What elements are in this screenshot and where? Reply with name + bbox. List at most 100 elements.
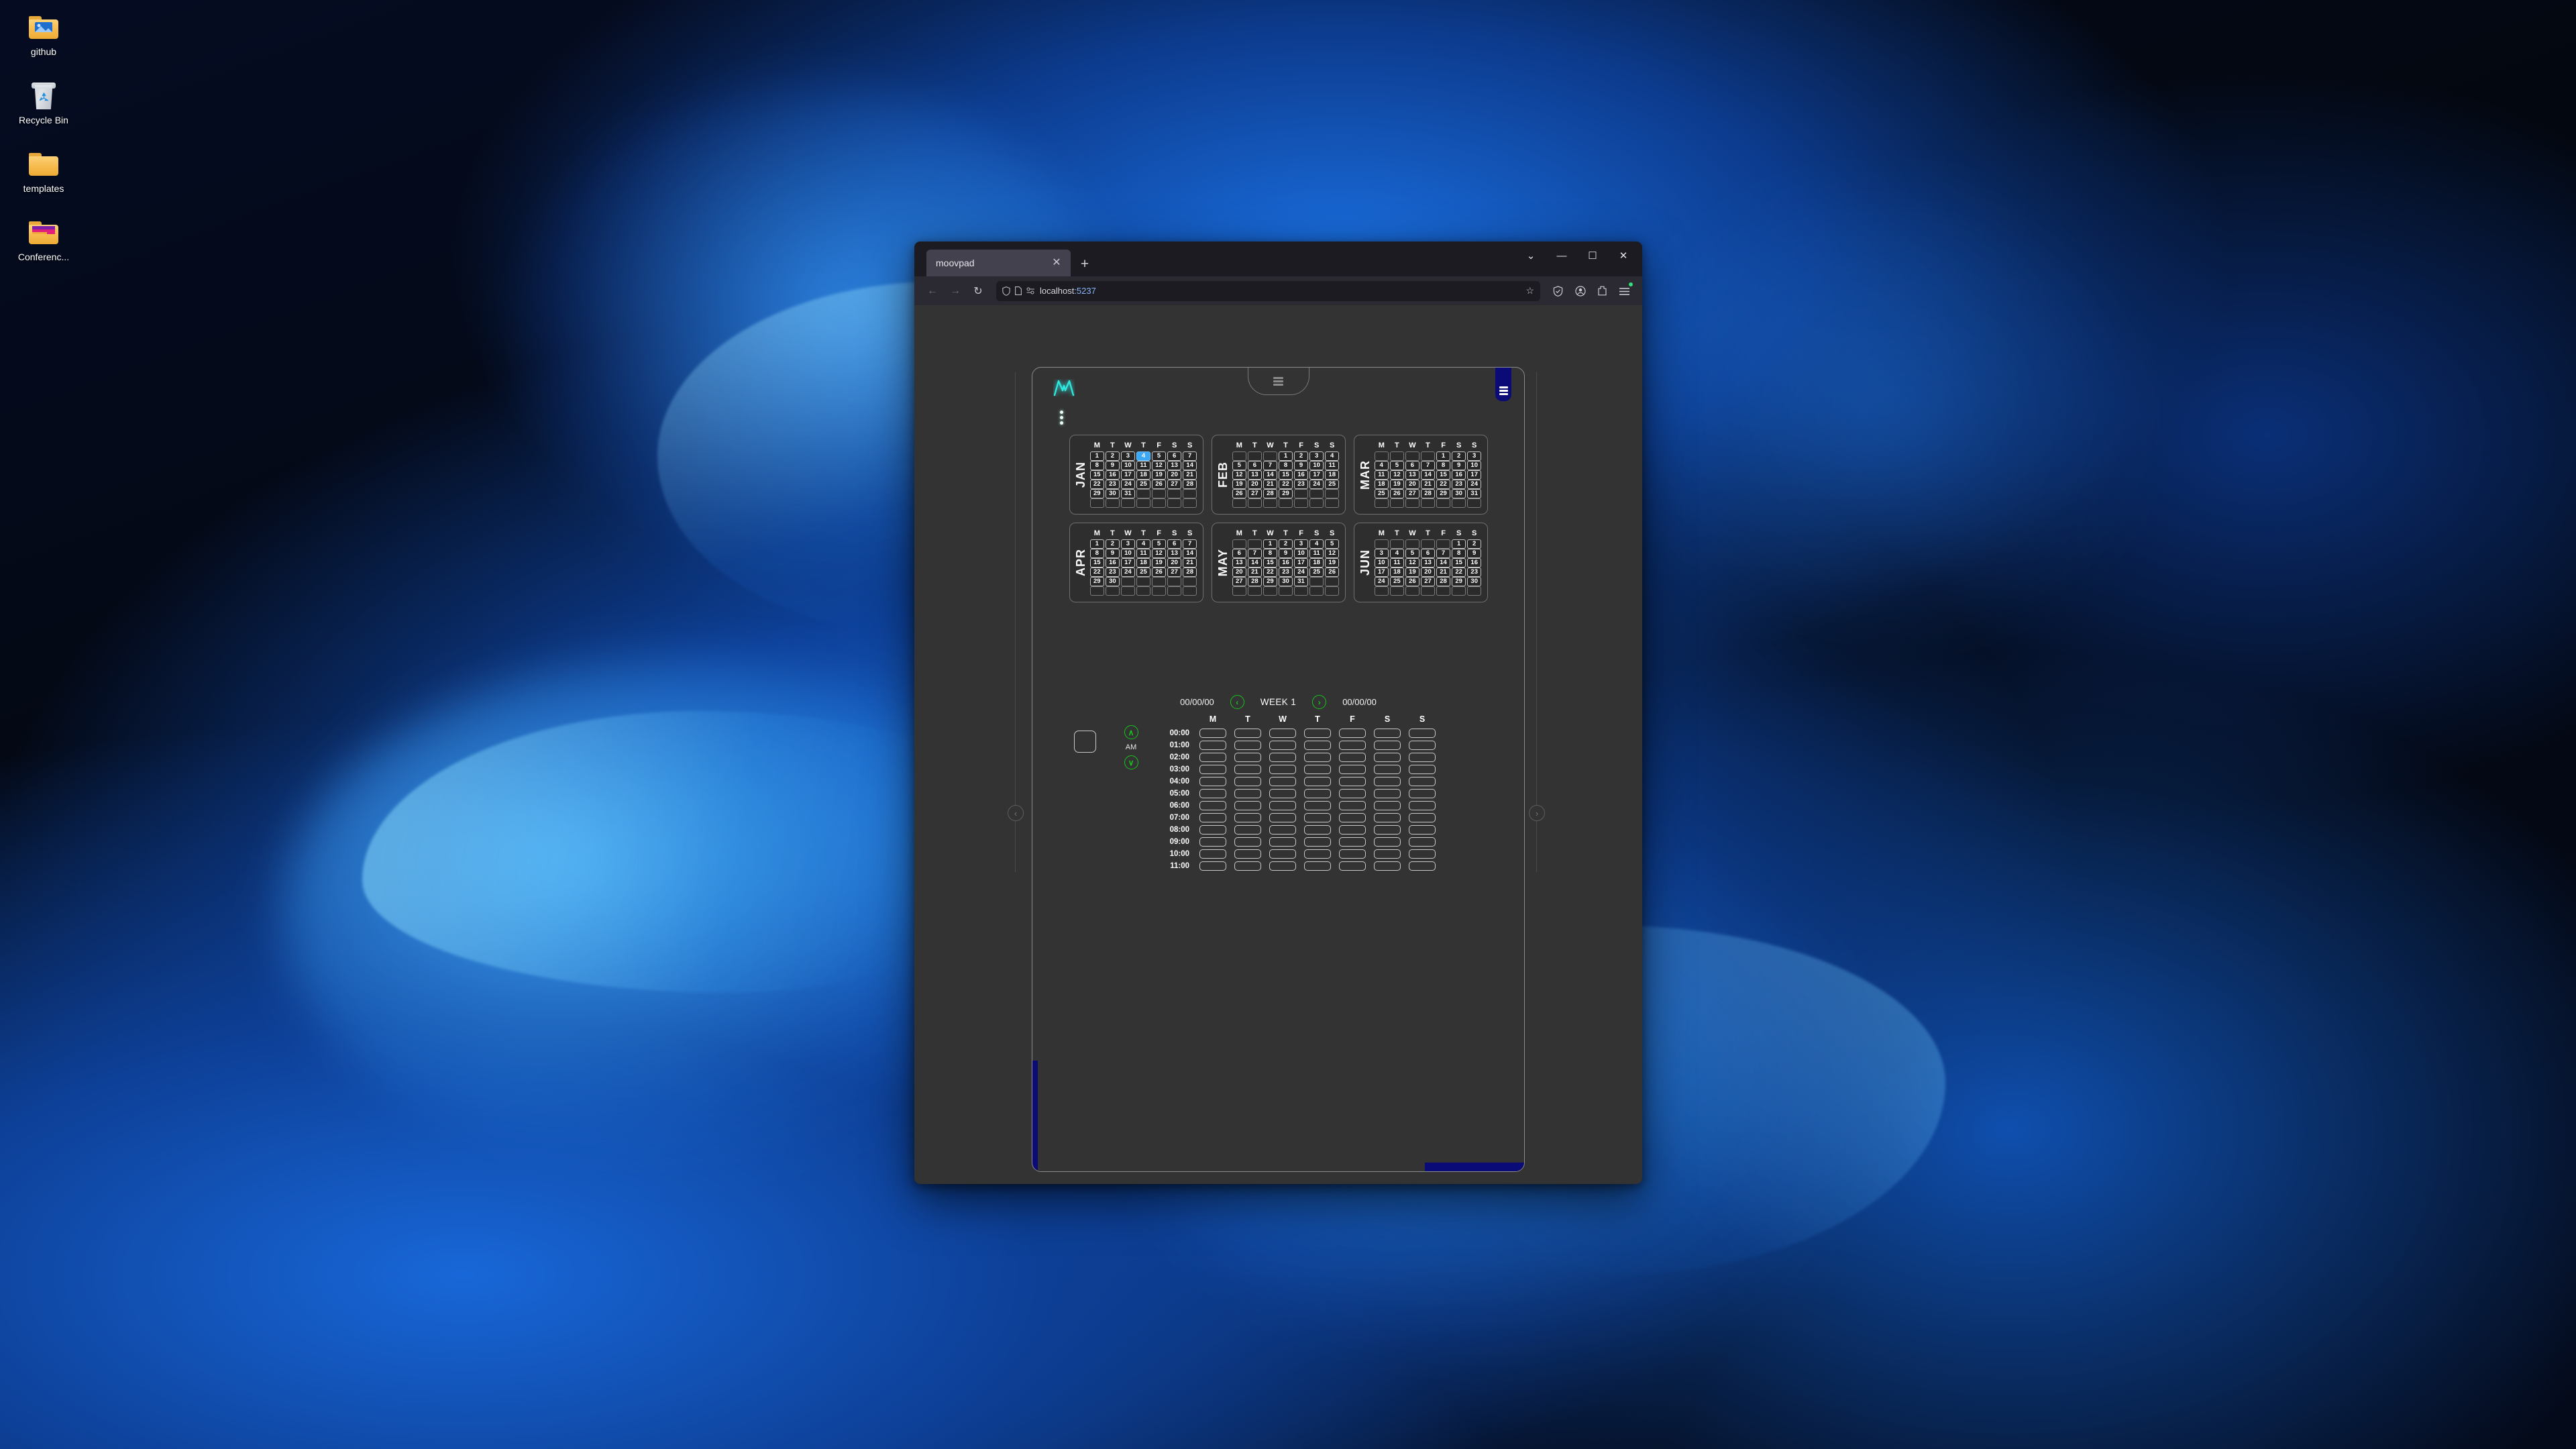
day-cell[interactable]: 13 [1167,549,1182,558]
day-cell[interactable]: 7 [1263,461,1278,470]
time-slot[interactable] [1304,765,1331,774]
day-cell[interactable]: 11 [1309,549,1324,558]
time-slot[interactable] [1199,789,1226,798]
close-window-button[interactable]: ✕ [1609,241,1638,270]
day-cell[interactable]: 7 [1436,549,1451,558]
day-cell[interactable]: 13 [1405,470,1420,480]
day-cell[interactable]: 19 [1389,480,1405,489]
day-cell[interactable]: 31 [1120,489,1136,498]
day-cell[interactable]: 30 [1105,577,1120,586]
time-slot[interactable] [1199,729,1226,738]
time-slot[interactable] [1374,777,1401,786]
day-cell[interactable]: 30 [1466,577,1482,586]
time-slot[interactable] [1339,789,1366,798]
time-slot[interactable] [1199,861,1226,871]
day-cell[interactable]: 27 [1247,489,1263,498]
day-cell[interactable]: 29 [1089,577,1105,586]
sidebar-toggle-button[interactable] [1495,368,1511,401]
day-cell[interactable]: 23 [1278,568,1293,577]
day-cell[interactable]: 10 [1120,549,1136,558]
time-slot[interactable] [1304,813,1331,822]
day-cell[interactable]: 26 [1324,568,1340,577]
day-cell[interactable]: 22 [1263,568,1278,577]
time-slot[interactable] [1199,801,1226,810]
day-cell[interactable]: 26 [1151,480,1167,489]
time-slot[interactable] [1269,861,1296,871]
day-cell[interactable]: 25 [1389,577,1405,586]
time-slot[interactable] [1199,753,1226,762]
time-slot[interactable] [1304,789,1331,798]
day-cell[interactable]: 17 [1466,470,1482,480]
time-slot[interactable] [1199,825,1226,835]
account-icon[interactable] [1570,281,1590,301]
day-cell[interactable]: 15 [1089,470,1105,480]
time-slot[interactable] [1409,813,1436,822]
day-cell[interactable]: 8 [1089,461,1105,470]
time-slot[interactable] [1269,741,1296,750]
day-cell[interactable]: 26 [1232,489,1247,498]
day-cell[interactable]: 23 [1105,480,1120,489]
time-slot[interactable] [1339,729,1366,738]
day-cell[interactable]: 29 [1089,489,1105,498]
day-cell[interactable]: 7 [1182,451,1197,461]
day-cell[interactable]: 31 [1293,577,1309,586]
day-cell[interactable]: 25 [1136,480,1151,489]
day-cell[interactable]: 15 [1089,558,1105,568]
day-cell[interactable]: 30 [1278,577,1293,586]
day-cell[interactable]: 2 [1105,539,1120,549]
maximize-button[interactable]: ☐ [1578,241,1607,270]
day-cell[interactable]: 18 [1389,568,1405,577]
day-cell[interactable]: 4 [1309,539,1324,549]
time-slot[interactable] [1234,753,1261,762]
time-slot[interactable] [1234,813,1261,822]
day-cell[interactable]: 22 [1436,480,1451,489]
time-slot[interactable] [1304,825,1331,835]
day-cell[interactable]: 14 [1182,461,1197,470]
day-cell[interactable]: 29 [1263,577,1278,586]
browser-tab[interactable]: moovpad ✕ [926,250,1071,276]
day-cell[interactable]: 24 [1466,480,1482,489]
day-cell[interactable]: 16 [1451,470,1466,480]
day-cell[interactable]: 5 [1405,549,1420,558]
day-cell[interactable]: 26 [1151,568,1167,577]
day-cell[interactable]: 17 [1374,568,1389,577]
time-slot[interactable] [1234,765,1261,774]
day-cell[interactable]: 22 [1451,568,1466,577]
day-cell[interactable]: 16 [1293,470,1309,480]
time-slot[interactable] [1199,777,1226,786]
day-cell[interactable]: 24 [1293,568,1309,577]
time-slot[interactable] [1409,777,1436,786]
day-cell[interactable]: 22 [1278,480,1293,489]
day-cell[interactable]: 18 [1309,558,1324,568]
day-cell[interactable]: 18 [1324,470,1340,480]
time-slot[interactable] [1374,801,1401,810]
day-cell[interactable]: 2 [1466,539,1482,549]
day-cell[interactable]: 1 [1278,451,1293,461]
time-slot[interactable] [1234,861,1261,871]
time-slot[interactable] [1269,801,1296,810]
time-slot[interactable] [1409,849,1436,859]
day-cell[interactable]: 27 [1420,577,1436,586]
time-slot[interactable] [1374,729,1401,738]
forward-arrow-icon[interactable]: → [945,281,965,301]
day-cell[interactable]: 15 [1436,470,1451,480]
day-cell[interactable]: 15 [1263,558,1278,568]
time-slot[interactable] [1339,825,1366,835]
time-slot[interactable] [1304,753,1331,762]
day-cell[interactable]: 23 [1466,568,1482,577]
time-slot[interactable] [1339,849,1366,859]
day-cell[interactable]: 20 [1167,470,1182,480]
day-cell[interactable]: 3 [1374,549,1389,558]
day-cell[interactable]: 16 [1466,558,1482,568]
day-cell[interactable]: 21 [1263,480,1278,489]
desktop-icon-conference[interactable]: Conferenc... [0,212,87,267]
day-cell[interactable]: 28 [1263,489,1278,498]
time-slot[interactable] [1374,813,1401,822]
day-cell[interactable]: 19 [1151,470,1167,480]
time-slot[interactable] [1374,765,1401,774]
day-cell[interactable]: 9 [1105,461,1120,470]
time-slot[interactable] [1199,837,1226,847]
day-cell[interactable]: 21 [1247,568,1263,577]
time-slot[interactable] [1409,741,1436,750]
day-cell[interactable]: 8 [1436,461,1451,470]
